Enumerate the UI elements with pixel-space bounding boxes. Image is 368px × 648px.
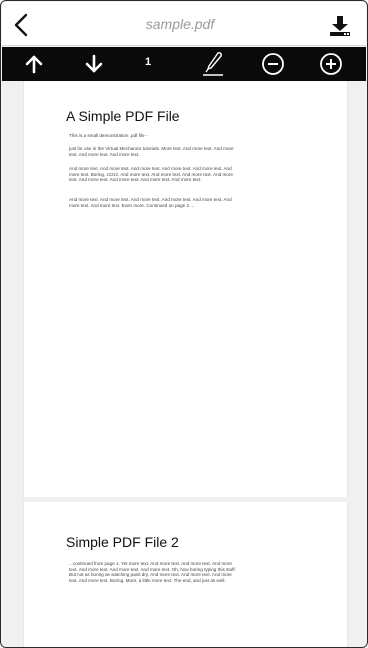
arrow-down-icon	[85, 54, 103, 73]
previous-page-button[interactable]	[20, 50, 48, 78]
pdf-toolbar: 1	[2, 47, 366, 81]
pdf-viewer[interactable]: A Simple PDF File This is a small demons…	[2, 81, 366, 647]
title-bar: sample.pdf	[2, 2, 366, 46]
zoom-in-button[interactable]	[317, 50, 345, 78]
page-paragraph: This is a small demonstration .pdf file …	[69, 133, 148, 138]
page-paragraph: And more text. And more text. And more t…	[69, 166, 233, 183]
page-number[interactable]: 1	[138, 56, 158, 68]
annotate-button[interactable]	[199, 50, 227, 78]
pen-icon	[203, 52, 223, 76]
page-paragraph: ...continued from page 1. Yet more text.…	[69, 561, 236, 583]
page-paragraph: just for use in the Virtual Mechanics tu…	[69, 146, 234, 157]
page-paragraph: And more text. And more text. And more t…	[69, 197, 232, 208]
next-page-button[interactable]	[80, 50, 108, 78]
pdf-page-1: A Simple PDF File This is a small demons…	[23, 81, 348, 497]
pdf-page-2: Simple PDF File 2 ...continued from page…	[23, 502, 348, 647]
download-icon	[330, 16, 350, 36]
zoom-out-icon	[262, 53, 284, 75]
download-button[interactable]	[328, 14, 352, 38]
page-heading: Simple PDF File 2	[66, 534, 179, 550]
zoom-out-button[interactable]	[259, 50, 287, 78]
zoom-in-icon	[320, 53, 342, 75]
app-frame: sample.pdf 1 A Simple PDF File This is a…	[0, 0, 368, 648]
chevron-left-icon	[14, 13, 28, 37]
arrow-up-icon	[25, 55, 43, 74]
page-heading: A Simple PDF File	[66, 108, 180, 124]
document-title: sample.pdf	[145, 16, 215, 32]
back-button[interactable]	[8, 11, 34, 39]
